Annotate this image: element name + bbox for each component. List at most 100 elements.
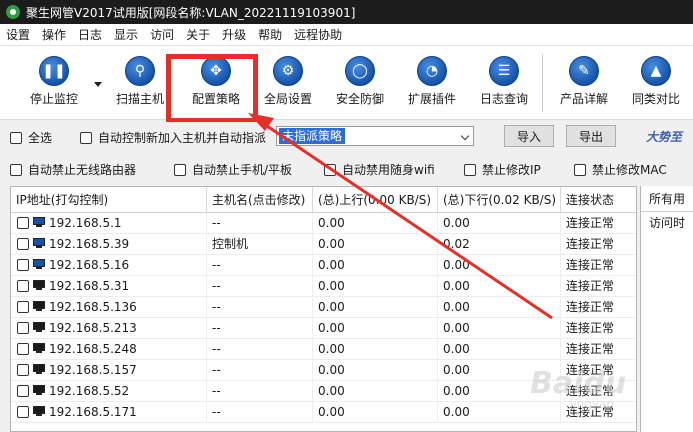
cell-hostname[interactable]: -- [207, 402, 313, 423]
pie-chart-icon: ◔ [417, 56, 447, 86]
right-panel-subheader: 访问时 [649, 216, 686, 230]
column-header-upload[interactable]: (总)上行(0.00 KB/S) [313, 187, 438, 213]
extension-plugins-button[interactable]: ◔ 扩展插件 [402, 56, 462, 114]
cell-upload: 0.00 [313, 402, 438, 423]
right-panel-header[interactable]: 所有用 [641, 186, 693, 212]
block-phone-label: 自动禁止手机/平板 [192, 163, 293, 177]
cell-hostname[interactable]: -- [207, 318, 313, 339]
row-checkbox[interactable] [17, 343, 29, 355]
cell-upload: 0.00 [313, 381, 438, 402]
log-query-label: 日志查询 [479, 92, 528, 106]
export-button[interactable]: 导出 [566, 125, 616, 147]
block-ip-change-checkbox[interactable]: 禁止修改IP [464, 161, 541, 178]
table-row[interactable]: 192.168.5.31 -- 0.00 0.00 连接正常 [11, 276, 636, 297]
cell-download: 0.00 [438, 297, 561, 318]
cell-upload: 0.00 [313, 234, 438, 255]
menu-bar: 设置 操作 日志 显示 访问 关于 升级 帮助 远程协助 [0, 24, 693, 46]
block-ip-change-label: 禁止修改IP [482, 163, 541, 177]
row-checkbox[interactable] [17, 280, 29, 292]
monitor-icon [33, 364, 45, 375]
row-checkbox[interactable] [17, 406, 29, 418]
menu-item[interactable]: 操作 [36, 26, 72, 43]
row-checkbox[interactable] [17, 217, 29, 229]
stop-monitor-button[interactable]: ❚❚ 停止监控 [14, 56, 94, 114]
cell-hostname[interactable]: -- [207, 213, 313, 234]
cell-hostname[interactable]: -- [207, 297, 313, 318]
cell-hostname[interactable]: -- [207, 360, 313, 381]
cell-upload: 0.00 [313, 297, 438, 318]
cell-hostname[interactable]: 控制机 [207, 234, 313, 255]
table-row[interactable]: 192.168.5.157 -- 0.00 0.00 连接正常 [11, 360, 636, 381]
table-row[interactable]: 192.168.5.248 -- 0.00 0.00 连接正常 [11, 339, 636, 360]
cell-status: 连接正常 [561, 276, 636, 297]
row-checkbox[interactable] [17, 259, 29, 271]
monitor-icon [33, 217, 45, 228]
cell-hostname[interactable]: -- [207, 255, 313, 276]
table-row[interactable]: 192.168.5.213 -- 0.00 0.00 连接正常 [11, 318, 636, 339]
auto-control-checkbox[interactable]: 自动控制新加入主机并自动指派 [80, 129, 272, 146]
column-header-hostname[interactable]: 主机名(点击修改) [207, 187, 313, 213]
cell-hostname[interactable]: -- [207, 381, 313, 402]
compare-button[interactable]: ▲ 同类对比 [626, 56, 686, 114]
document-icon: ☰ [489, 56, 519, 86]
row-checkbox[interactable] [17, 301, 29, 313]
import-button[interactable]: 导入 [504, 125, 554, 147]
graduation-cap-icon: ▲ [641, 56, 671, 86]
table-row[interactable]: 192.168.5.16 -- 0.00 0.00 连接正常 [11, 255, 636, 276]
ip-address: 192.168.5.171 [49, 405, 137, 419]
cell-status: 连接正常 [561, 402, 636, 423]
table-row[interactable]: 192.168.5.136 -- 0.00 0.00 连接正常 [11, 297, 636, 318]
menu-item[interactable]: 日志 [72, 26, 108, 43]
edit-document-icon: ✎ [569, 56, 599, 86]
row-checkbox[interactable] [17, 364, 29, 376]
product-details-button[interactable]: ✎ 产品详解 [554, 56, 614, 114]
cell-upload: 0.00 [313, 318, 438, 339]
block-wifi-router-checkbox[interactable]: 自动禁止无线路由器 [10, 161, 136, 178]
cell-status: 连接正常 [561, 318, 636, 339]
window-title: 聚生网管V2017试用版[网段名称:VLAN_20221119103901] [26, 5, 356, 20]
column-header-status[interactable]: 连接状态 [561, 187, 636, 213]
global-settings-button[interactable]: ⚙ 全局设置 [258, 56, 318, 114]
row-checkbox[interactable] [17, 322, 29, 334]
monitor-icon [33, 343, 45, 354]
log-query-button[interactable]: ☰ 日志查询 [474, 56, 534, 114]
table-row[interactable]: 192.168.5.39 控制机 0.00 0.02 连接正常 [11, 234, 636, 255]
cell-download: 0.00 [438, 381, 561, 402]
cell-download: 0.00 [438, 213, 561, 234]
scan-hosts-button[interactable]: ⚲ 扫描主机 [110, 56, 170, 114]
row-checkbox[interactable] [17, 385, 29, 397]
menu-item[interactable]: 访问 [144, 26, 180, 43]
cell-status: 连接正常 [561, 213, 636, 234]
table-row[interactable]: 192.168.5.52 -- 0.00 0.00 连接正常 [11, 381, 636, 402]
extension-plugins-label: 扩展插件 [407, 92, 456, 106]
host-table: IP地址(打勾控制) 主机名(点击修改) (总)上行(0.00 KB/S) (总… [10, 186, 637, 432]
policy-select[interactable]: 未指派策略 [276, 126, 474, 146]
checkbox-box [174, 163, 186, 176]
menu-item[interactable]: 升级 [216, 26, 252, 43]
block-portable-wifi-checkbox[interactable]: 自动禁用随身wifi [324, 161, 435, 178]
chevron-down-icon[interactable] [94, 82, 102, 87]
row-checkbox[interactable] [17, 238, 29, 250]
security-defense-button[interactable]: ◯ 安全防御 [330, 56, 390, 114]
column-header-download[interactable]: (总)下行(0.02 KB/S) [438, 187, 561, 213]
block-phone-checkbox[interactable]: 自动禁止手机/平板 [174, 161, 292, 178]
ip-address: 192.168.5.157 [49, 363, 137, 377]
menu-item[interactable]: 关于 [180, 26, 216, 43]
cell-ip: 192.168.5.16 [11, 255, 207, 276]
ip-address: 192.168.5.52 [49, 384, 130, 398]
cell-hostname[interactable]: -- [207, 339, 313, 360]
menu-item[interactable]: 远程协助 [288, 26, 348, 43]
cell-hostname[interactable]: -- [207, 276, 313, 297]
checkbox-box [10, 131, 22, 144]
select-all-checkbox[interactable]: 全选 [10, 129, 52, 146]
menu-item[interactable]: 显示 [108, 26, 144, 43]
menu-item[interactable]: 帮助 [252, 26, 288, 43]
column-header-ip[interactable]: IP地址(打勾控制) [11, 187, 207, 213]
block-mac-change-checkbox[interactable]: 禁止修改MAC [574, 161, 667, 178]
monitor-icon [33, 385, 45, 396]
auto-control-label: 自动控制新加入主机并自动指派 [98, 131, 267, 145]
table-row[interactable]: 192.168.5.1 -- 0.00 0.00 连接正常 [11, 213, 636, 234]
cell-ip: 192.168.5.39 [11, 234, 207, 255]
menu-item[interactable]: 设置 [0, 26, 36, 43]
table-row[interactable]: 192.168.5.171 -- 0.00 0.00 连接正常 [11, 402, 636, 423]
